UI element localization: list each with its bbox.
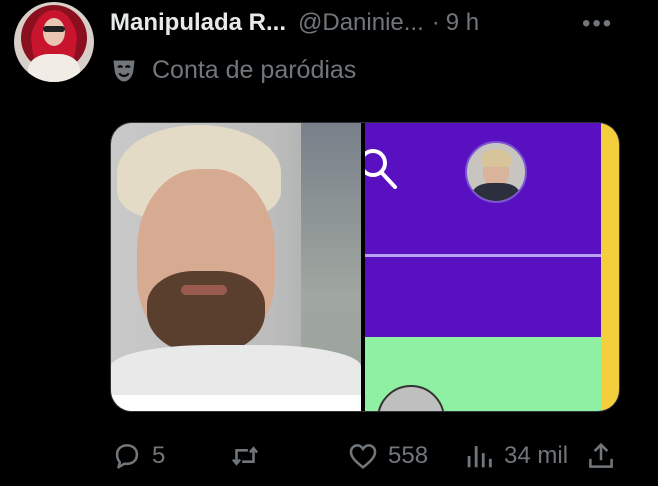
tweet-actions: 5 558 34 mil: [110, 436, 618, 476]
screenshot-profile-avatar: [465, 141, 527, 203]
tweet-media[interactable]: [110, 122, 620, 412]
theater-mask-icon: [113, 60, 135, 81]
author-avatar[interactable]: [14, 2, 94, 82]
photo-beard: [147, 271, 265, 355]
views-button[interactable]: 34 mil: [462, 436, 568, 476]
parody-label-text: Conta de paródias: [152, 56, 357, 84]
like-count: 558: [388, 442, 429, 469]
avatar-face: [43, 18, 65, 46]
reply-button[interactable]: 5: [110, 436, 165, 476]
media-image-left[interactable]: [111, 123, 361, 411]
media-image-right[interactable]: [365, 123, 619, 411]
screenshot-yellow-strip: [601, 123, 619, 411]
avatar-sunglasses: [43, 26, 65, 32]
reply-count: 5: [152, 442, 166, 469]
profile-body: [473, 183, 519, 201]
parody-label: Conta de paródias: [110, 56, 356, 85]
heart-icon: [349, 444, 377, 469]
header-separator: ·: [431, 9, 440, 36]
profile-hair: [481, 149, 511, 167]
views-count: 34 mil: [504, 442, 569, 469]
tweet-time[interactable]: 9 h: [446, 9, 479, 37]
reply-bubble-icon: [115, 444, 139, 469]
author-display-name[interactable]: Manipulada R...: [110, 9, 286, 37]
avatar-body: [28, 54, 80, 82]
photo-mouth: [181, 285, 227, 295]
photo-shirt: [111, 345, 361, 399]
like-button[interactable]: 558: [346, 436, 428, 476]
retweet-icon: [231, 446, 259, 466]
more-options-button[interactable]: •••: [582, 10, 613, 38]
retweet-button[interactable]: [228, 436, 262, 476]
share-button[interactable]: [584, 436, 618, 476]
screenshot-divider-line: [365, 254, 601, 257]
author-handle[interactable]: @Daninie...: [298, 9, 424, 37]
views-bar-icon: [467, 446, 492, 468]
photo-bottom-bar: [111, 395, 361, 411]
search-icon: [365, 149, 397, 189]
share-upload-icon: [589, 442, 613, 468]
tweet-header: Manipulada R... @Daninie... · 9 h: [110, 8, 479, 38]
